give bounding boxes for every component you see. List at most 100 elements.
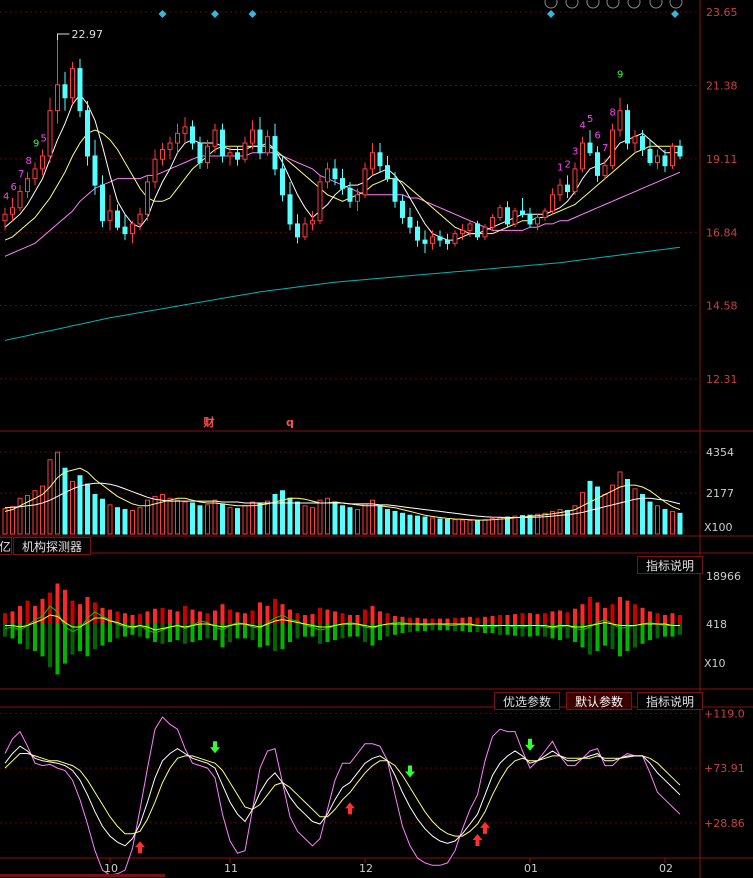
candle-body [617, 110, 623, 131]
volume-bar [490, 518, 495, 535]
stock-chart[interactable]: 22.9746789 51 23456789财 q 23.6521.3819.1116… [0, 0, 753, 878]
indicator-positive-bar [423, 618, 427, 624]
candle-body [610, 129, 615, 167]
candle-body [317, 181, 323, 222]
indicator-positive-bar [550, 611, 555, 624]
volume-bar [47, 459, 53, 535]
volume-bar [445, 518, 450, 535]
volume-bar [400, 512, 405, 535]
volume-bar [347, 507, 353, 535]
indicator-positive-bar [280, 604, 285, 624]
x-tick-label: 12 [359, 862, 373, 875]
indicator-negative-bar [595, 624, 600, 651]
candle-body [542, 210, 548, 218]
indicator-positive-bar [333, 611, 337, 624]
indicator-positive-bar [580, 604, 585, 624]
indicator-positive-bar [123, 613, 127, 624]
tab-institution-detector[interactable]: 机构探测器 [13, 537, 92, 555]
volume-bar [632, 488, 638, 535]
tab-default-params[interactable]: 默认参数 [566, 692, 633, 710]
volume-bar [55, 451, 60, 535]
volume-bar [317, 499, 323, 535]
indicator-positive-bar [595, 602, 600, 624]
x-tick-label: 02 [659, 862, 673, 875]
indicator-negative-bar [33, 624, 37, 651]
candle-body [572, 168, 578, 193]
indicator-negative-bar [640, 624, 645, 644]
candle-body [242, 142, 248, 160]
indicator-unit-label: X10 [704, 657, 726, 670]
indicator-positive-bar [250, 610, 255, 624]
indicator-negative-bar [100, 624, 105, 646]
price-tick-label: 21.38 [706, 79, 738, 92]
scrollbar-track [0, 874, 165, 877]
candle-body [475, 223, 480, 238]
help-button-indicator[interactable]: 指标说明 [637, 556, 704, 574]
volume-bar [197, 505, 203, 535]
candle-body [167, 142, 173, 151]
indicator-positive-bar [70, 600, 75, 624]
candle-body [107, 210, 113, 222]
indicator-negative-bar [460, 624, 465, 632]
candle-body [557, 184, 563, 196]
kdj-tick-label: +119.0 [704, 707, 745, 720]
indicator-negative-bar [63, 624, 67, 664]
candle-body [460, 229, 465, 235]
sequence-count-label: 2 [565, 159, 571, 170]
candle-body [325, 168, 330, 183]
candle-body [632, 136, 638, 144]
indicator-positive-bar [565, 612, 570, 624]
volume-bar [100, 498, 105, 535]
candle-body [512, 210, 518, 225]
volume-bar [340, 505, 345, 535]
volume-bar [595, 486, 600, 535]
partial-tab[interactable]: 亿 [0, 537, 12, 555]
indicator-positive-bar [513, 614, 517, 624]
candle-body [580, 142, 585, 170]
indicator-positive-bar [498, 615, 502, 624]
indicator-positive-bar [453, 617, 457, 624]
volume-bar [625, 478, 630, 535]
indicator-positive-bar [543, 613, 547, 624]
indicator-positive-bar [663, 615, 667, 624]
volume-bar [392, 510, 398, 535]
candle-body [505, 207, 510, 225]
candle-body [265, 136, 270, 154]
candle-body [62, 84, 68, 99]
candle-body [137, 213, 143, 225]
candle-body [190, 126, 195, 144]
indicator-tick-label: 418 [706, 618, 727, 631]
indicator-negative-bar [265, 624, 270, 646]
candle-body [595, 152, 600, 176]
indicator-negative-bar [243, 624, 247, 639]
candle-body [17, 191, 23, 209]
candle-body [340, 178, 345, 189]
candle-body [370, 152, 375, 170]
candle-body [302, 223, 308, 238]
candle-body [310, 220, 315, 225]
volume-bar [77, 475, 83, 535]
help-button-kdj[interactable]: 指标说明 [637, 692, 704, 710]
volume-bar [482, 519, 488, 535]
volume-bar [175, 499, 180, 535]
candle-body [55, 84, 60, 112]
volume-bar [295, 501, 300, 535]
tab-optimal-params[interactable]: 优选参数 [494, 692, 561, 710]
indicator-positive-bar [603, 607, 607, 624]
indicator-positive-bar [558, 610, 562, 624]
candle-body [407, 216, 413, 228]
indicator-negative-bar [273, 624, 277, 651]
volume-bar [385, 509, 390, 535]
indicator-positive-bar [588, 597, 592, 624]
indicator-positive-bar [168, 609, 172, 624]
indicator-negative-bar [438, 624, 442, 631]
indicator-positive-bar [18, 606, 22, 624]
sequence-count-label: 7 [602, 143, 608, 154]
candle-body [467, 223, 473, 231]
indicator-negative-bar [415, 624, 420, 632]
indicator-positive-bar [355, 615, 360, 624]
indicator-positive-bar [318, 607, 322, 624]
indicator-negative-bar [280, 624, 285, 650]
price-tick-label: 14.58 [706, 299, 738, 312]
candle-body [100, 184, 105, 222]
